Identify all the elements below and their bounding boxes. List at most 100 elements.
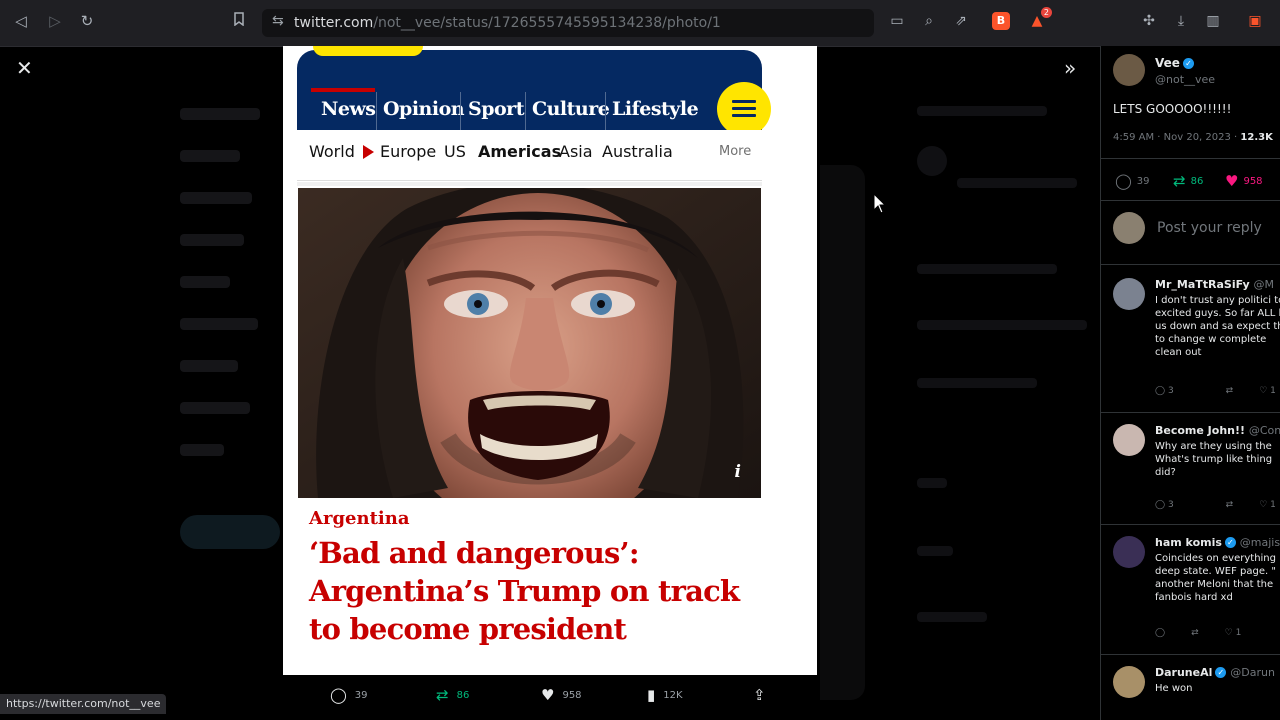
reply-heart-icon[interactable]: ♡ 1	[1225, 628, 1268, 638]
reply-author[interactable]: Become John!! @Cone	[1155, 424, 1280, 437]
photo-action-bar: ◯ 39 ⇄ 86 ♥ 958 ▮ 12K ⇪	[283, 680, 817, 710]
reply-avatar[interactable]	[1113, 278, 1145, 310]
subnav-us: US	[444, 142, 466, 161]
ghost-nav-row	[180, 276, 230, 288]
wallet-icon[interactable]: ▣	[1244, 10, 1266, 32]
views-button[interactable]: ▮ 12K	[647, 686, 683, 704]
reply-reply-icon[interactable]: ◯ 3	[1155, 386, 1200, 396]
reply-text: Why are they using the What's trump like…	[1155, 441, 1273, 478]
repost-count: 86	[456, 689, 470, 701]
ghost-line	[917, 478, 947, 488]
site-settings-icon[interactable]: ⇆	[272, 13, 284, 29]
zoom-icon[interactable]: ⌕	[918, 10, 940, 32]
reply-repost-icon[interactable]: ⇄	[1226, 386, 1234, 396]
ghost-nav-row	[180, 318, 258, 330]
reply-reply-icon[interactable]: ◯ 3	[1155, 500, 1200, 510]
tweet-like-stat[interactable]: ♥ 958	[1225, 172, 1263, 190]
reply-avatar[interactable]	[1113, 424, 1145, 456]
sidebar-icon[interactable]: ▥	[1202, 10, 1224, 32]
verified-icon: ✓	[1224, 537, 1236, 548]
bookmark-icon[interactable]	[228, 10, 250, 32]
back-icon[interactable]: ◁	[10, 10, 32, 32]
reload-icon[interactable]: ↻	[76, 10, 98, 32]
active-pillar-indicator	[311, 88, 375, 92]
mouse-cursor-icon	[873, 193, 887, 214]
downloads-icon[interactable]: ⤓	[1170, 10, 1192, 32]
reply-reply-icon[interactable]: ◯	[1155, 628, 1165, 638]
ghost-line	[917, 612, 987, 622]
reply-author[interactable]: ham komis ✓ @majis	[1155, 536, 1280, 549]
ghost-line	[917, 106, 1047, 116]
ghost-post-button	[180, 515, 280, 549]
like-button[interactable]: ♥ 958	[541, 686, 582, 704]
guardian-header: News Opinion Sport Culture Lifestyle	[297, 46, 771, 136]
image-info-icon: i	[734, 462, 741, 482]
divider	[1101, 412, 1280, 413]
status-bar-url: https://twitter.com/not__vee	[0, 694, 167, 714]
reply-heart-icon[interactable]: ♡ 1	[1259, 386, 1280, 396]
reply-button[interactable]: ◯ 39	[330, 686, 368, 704]
author-handle[interactable]: @not__vee	[1155, 73, 1215, 86]
reply-author[interactable]: Mr_MaTtRaSiFy @M	[1155, 278, 1274, 291]
reply-avatar[interactable]	[1113, 536, 1145, 568]
ghost-avatar	[917, 146, 947, 176]
extensions-icon[interactable]: ✣	[1138, 10, 1160, 32]
tweet-photo[interactable]: News Opinion Sport Culture Lifestyle Wor…	[283, 46, 817, 675]
share-icon: ⇪	[753, 686, 766, 704]
ghost-nav-row	[180, 192, 252, 204]
subnav-more: More	[719, 144, 752, 159]
subnav-world: World	[309, 142, 355, 161]
nav-divider	[525, 92, 526, 130]
cast-icon[interactable]: ▭	[886, 10, 908, 32]
nav-divider	[460, 92, 461, 130]
author-avatar[interactable]	[1113, 54, 1145, 86]
ghost-nav-row	[180, 444, 224, 456]
ghost-nav-row	[180, 402, 250, 414]
reply-icon: ◯	[1115, 172, 1132, 190]
reply-input[interactable]: Post your reply	[1157, 220, 1262, 236]
ghost-line	[917, 320, 1087, 330]
view-count: 12K	[663, 689, 683, 701]
tweet-views: 12.3K	[1240, 132, 1273, 143]
article-hero-image: i	[298, 188, 761, 498]
forward-icon[interactable]: ▷	[44, 10, 66, 32]
repost-button[interactable]: ⇄ 86	[436, 686, 469, 704]
ghost-nav-row	[180, 360, 238, 372]
address-bar[interactable]: ⇆ twitter.com/not__vee/status/1726555745…	[262, 9, 874, 37]
close-icon[interactable]: ✕	[16, 56, 33, 80]
tweet-repost-stat[interactable]: ⇄ 86	[1173, 172, 1203, 190]
reply-author[interactable]: DaruneAl ✓ @Darun	[1155, 666, 1275, 679]
verified-icon: ✓	[1215, 667, 1227, 678]
heart-icon: ♥	[1225, 172, 1239, 190]
divider	[1101, 200, 1280, 201]
reply-text: I don't trust any politici too excited g…	[1155, 295, 1280, 358]
tweet-timestamp[interactable]: 4:59 AM · Nov 20, 2023 ·	[1113, 132, 1237, 143]
ghost-line	[917, 546, 953, 556]
share-icon[interactable]: ⇗	[950, 10, 972, 32]
brave-shields-icon[interactable]: B	[992, 12, 1010, 30]
subnav-asia: Asia	[559, 142, 593, 161]
share-button[interactable]: ⇪	[753, 686, 766, 704]
like-count: 958	[562, 689, 582, 701]
ghost-nav-row	[180, 108, 260, 120]
reply-actions: ◯ ⇄ ♡ 1	[1155, 628, 1280, 638]
tweet-reply-stat[interactable]: ◯ 39	[1115, 172, 1150, 190]
reply-repost-icon[interactable]: ⇄	[1226, 500, 1234, 510]
reply-repost-icon[interactable]: ⇄	[1191, 628, 1199, 638]
nav-culture: Culture	[532, 98, 610, 120]
ghost-nav-row	[180, 150, 240, 162]
dimmed-right-column	[905, 60, 1095, 660]
subnav-australia: Australia	[602, 142, 673, 161]
reply-avatar[interactable]	[1113, 666, 1145, 698]
browser-toolbar: ◁ ▷ ↻ ⇆ twitter.com/not__vee/status/1726…	[0, 0, 1280, 47]
ghost-line	[957, 178, 1077, 188]
expand-icon[interactable]: »	[1064, 56, 1076, 80]
shouting-man-portrait	[298, 188, 761, 498]
reply-icon: ◯	[330, 686, 347, 704]
guardian-nav: News Opinion Sport Culture Lifestyle	[311, 88, 776, 130]
author-name[interactable]: Vee ✓	[1155, 56, 1194, 70]
reply-heart-icon[interactable]: ♡ 1	[1259, 500, 1280, 510]
tweet-detail-panel: Vee ✓ @not__vee LETS GOOOOO!!!!!! 4:59 AM…	[1100, 46, 1280, 720]
reply-text: Coincides on everything deep state. WEF …	[1155, 553, 1276, 603]
brave-rewards-icon[interactable]: ▲ 2	[1026, 7, 1052, 32]
